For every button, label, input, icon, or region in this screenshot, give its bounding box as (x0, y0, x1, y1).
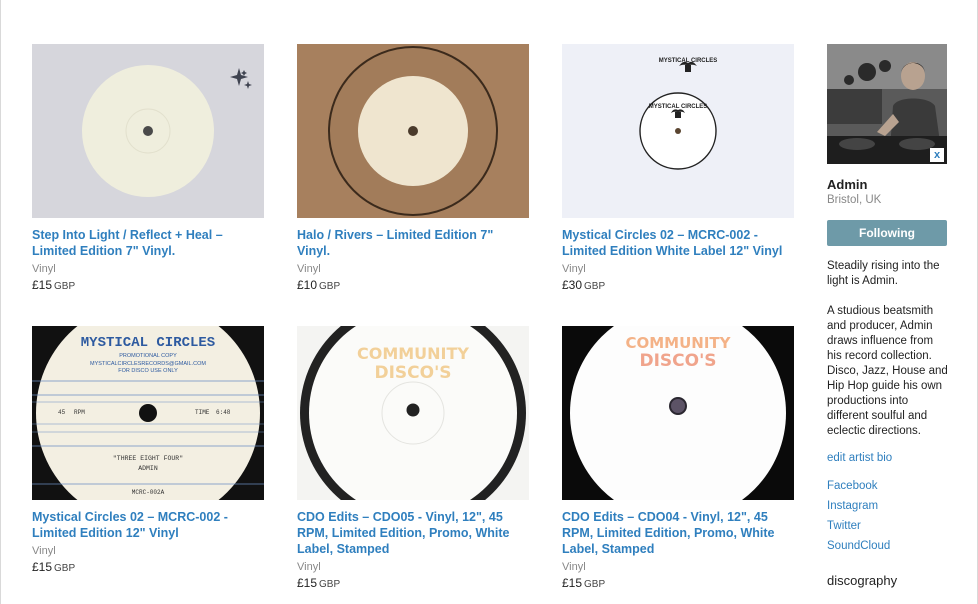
release-card: Halo / Rivers – Limited Edition 7" Vinyl… (297, 44, 529, 292)
price-value: £30 (562, 278, 583, 292)
price-value: £15 (32, 560, 53, 574)
label-text: RPM (74, 409, 85, 416)
release-title[interactable]: Halo / Rivers – Limited Edition 7" Vinyl… (297, 227, 529, 259)
price-currency: GBP (319, 579, 341, 590)
price-currency: GBP (54, 563, 76, 574)
release-artwork[interactable]: MYSTICAL CIRCLES PROMOTIONAL COPY MYSTIC… (32, 326, 264, 500)
release-card: MYSTICAL CIRCLES MYSTICAL CIRCLES Mystic… (562, 44, 794, 292)
release-artwork[interactable]: MYSTICAL CIRCLES MYSTICAL CIRCLES (562, 44, 794, 218)
release-format: Vinyl (297, 263, 321, 275)
artist-name: Admin (827, 177, 868, 192)
price-value: £15 (32, 278, 53, 292)
release-title[interactable]: Step Into Light / Reflect + Heal – Limit… (32, 227, 264, 259)
release-card: Step Into Light / Reflect + Heal – Limit… (32, 44, 264, 292)
release-format: Vinyl (562, 263, 586, 275)
label-text: MYSTICAL CIRCLES (649, 104, 708, 110)
artist-sidebar: x Admin Bristol, UK Following Steadily r… (827, 44, 949, 588)
release-price: £15 GBP (297, 576, 529, 590)
page-border-left (0, 0, 1, 604)
label-text: FOR DISCO USE ONLY (118, 368, 178, 374)
stamp-text: DISCO'S (374, 363, 451, 383)
release-artwork[interactable] (297, 44, 529, 218)
release-price: £30 GBP (562, 278, 794, 292)
release-card: COMMUNITY DISCO'S CDO Edits – CDO04 - Vi… (562, 326, 794, 590)
release-title[interactable]: CDO Edits – CDO05 - Vinyl, 12", 45 RPM, … (297, 509, 529, 557)
release-title[interactable]: Mystical Circles 02 – MCRC-002 - Limited… (32, 509, 264, 541)
link-twitter[interactable]: Twitter (827, 516, 949, 536)
release-artwork[interactable]: COMMUNITY DISCO'S (562, 326, 794, 500)
link-instagram[interactable]: Instagram (827, 496, 949, 516)
label-text: MYSTICALCIRCLESRECORDS@GMAIL.COM (90, 361, 206, 367)
stamp-text: COMMUNITY (357, 344, 469, 363)
stamp-text: COMMUNITY (625, 334, 731, 352)
price-value: £15 (562, 576, 583, 590)
release-format: Vinyl (32, 263, 56, 275)
artist-bio-long: A studious beatsmith and producer, Admin… (827, 305, 948, 437)
price-currency: GBP (584, 579, 606, 590)
link-soundcloud[interactable]: SoundCloud (827, 536, 949, 556)
artist-links: Facebook Instagram Twitter SoundCloud (827, 476, 949, 556)
release-title[interactable]: Mystical Circles 02 – MCRC-002 - Limited… (562, 227, 794, 259)
release-format: Vinyl (32, 545, 56, 557)
label-text: 6:48 (216, 409, 231, 416)
artist-bio-short: Steadily rising into the light is Admin. (827, 260, 940, 287)
price-currency: GBP (54, 281, 76, 292)
price-currency: GBP (319, 281, 341, 292)
release-artwork[interactable] (32, 44, 264, 218)
release-format: Vinyl (562, 561, 586, 573)
link-facebook[interactable]: Facebook (827, 476, 949, 496)
label-text: "THREE EIGHT FOUR" (113, 455, 183, 462)
follow-button[interactable]: Following (827, 220, 947, 246)
stamp-text: DISCO'S (639, 351, 716, 371)
artist-avatar[interactable]: x (827, 44, 947, 164)
artist-location: Bristol, UK (827, 194, 882, 206)
release-card: COMMUNITY DISCO'S CDO Edits – CDO05 - Vi… (297, 326, 529, 590)
label-text: TIME (195, 409, 210, 416)
label-text: 45 (58, 409, 66, 416)
price-value: £10 (297, 278, 318, 292)
label-text: ADMIN (138, 465, 158, 472)
release-title[interactable]: CDO Edits – CDO04 - Vinyl, 12", 45 RPM, … (562, 509, 794, 557)
price-value: £15 (297, 576, 318, 590)
release-price: £10 GBP (297, 278, 529, 292)
price-currency: GBP (584, 281, 606, 292)
edit-artist-bio-link[interactable]: edit artist bio (827, 452, 949, 464)
close-icon[interactable]: x (930, 148, 944, 162)
release-price: £15 GBP (32, 560, 264, 574)
discography-heading[interactable]: discography (827, 573, 949, 588)
label-text: PROMOTIONAL COPY (119, 353, 177, 359)
release-price: £15 GBP (562, 576, 794, 590)
label-title: MYSTICAL CIRCLES (81, 335, 215, 351)
release-price: £15 GBP (32, 278, 264, 292)
release-artwork[interactable]: COMMUNITY DISCO'S (297, 326, 529, 500)
label-text: MCRC-002A (132, 489, 165, 496)
release-card: MYSTICAL CIRCLES PROMOTIONAL COPY MYSTIC… (32, 326, 264, 574)
release-format: Vinyl (297, 561, 321, 573)
